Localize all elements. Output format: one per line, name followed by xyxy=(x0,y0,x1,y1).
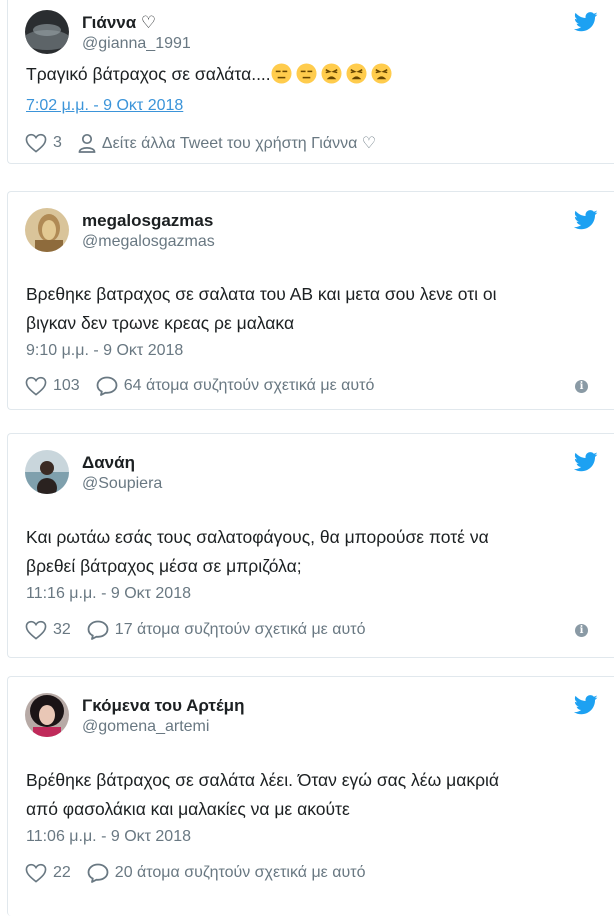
author-name[interactable]: megalosgazmas xyxy=(82,211,213,231)
talking-label: 20 άτομα συζητούν σχετικά με αυτό xyxy=(114,864,366,881)
speech-bubble-icon xyxy=(96,376,118,396)
tweet-actions: 32 17 άτομα συζητούν σχετικά με αυτό i xyxy=(25,618,600,642)
tweet-text: Βρεθηκε βατραχος σε σαλατα του ΑΒ και με… xyxy=(26,284,497,333)
tweet-card: Δανάη @Soupiera Και ρωτάω εσάς τους σαλα… xyxy=(7,433,614,658)
heart-icon xyxy=(25,620,47,640)
speech-bubble-icon xyxy=(87,863,109,883)
more-tweets-link[interactable]: Δείτε άλλα Tweet του χρήστη Γιάννα ♡ xyxy=(78,133,376,153)
more-tweets-label: Δείτε άλλα Tweet του χρήστη Γιάννα ♡ xyxy=(101,135,377,152)
info-icon[interactable]: i xyxy=(575,623,588,637)
like-count: 22 xyxy=(53,864,71,881)
heart-icon xyxy=(25,863,47,883)
tweet-timestamp[interactable]: 7:02 μ.μ. - 9 Οκτ 2018 xyxy=(26,97,183,115)
tweet-header: megalosgazmas @megalosgazmas xyxy=(25,208,604,252)
heart-icon xyxy=(25,376,47,396)
talking-label: 17 άτομα συζητούν σχετικά με αυτό xyxy=(114,621,366,638)
author-name[interactable]: Γιάννα ♡ xyxy=(82,13,156,33)
like-count: 32 xyxy=(53,621,71,638)
reply-button[interactable]: 64 άτομα συζητούν σχετικά με αυτό xyxy=(96,376,375,396)
author-name[interactable]: Γκόμενα του Αρτέμη xyxy=(82,696,244,716)
tweet-timestamp[interactable]: 11:16 μ.μ. - 9 Οκτ 2018 xyxy=(26,585,191,603)
tweet-card: Γκόμενα του Αρτέμη @gomena_artemi Βρέθηκ… xyxy=(7,676,614,916)
weary-face-icon xyxy=(321,63,342,84)
tweet-actions: 22 20 άτομα συζητούν σχετικά με αυτό xyxy=(25,861,600,885)
tweet-text: Τραγικό βάτραχος σε σαλάτα.... xyxy=(26,60,594,89)
twitter-bird-icon[interactable] xyxy=(574,452,598,472)
author-handle[interactable]: @gianna_1991 xyxy=(82,35,191,53)
person-icon xyxy=(78,133,96,153)
tweet-timestamp[interactable]: 11:06 μ.μ. - 9 Οκτ 2018 xyxy=(26,828,191,846)
like-button[interactable]: 22 xyxy=(25,863,87,883)
author-handle[interactable]: @megalosgazmas xyxy=(82,233,215,251)
weary-face-icon xyxy=(346,63,367,84)
avatar[interactable] xyxy=(25,693,69,737)
tweet-timestamp[interactable]: 9:10 μ.μ. - 9 Οκτ 2018 xyxy=(26,342,183,360)
tweet-header: Γκόμενα του Αρτέμη @gomena_artemi xyxy=(25,693,604,737)
tweet-card: megalosgazmas @megalosgazmas Βρεθηκε βατ… xyxy=(7,191,614,410)
reply-button[interactable]: 20 άτομα συζητούν σχετικά με αυτό xyxy=(87,863,366,883)
tweet-text: Και ρωτάω εσάς τους σαλατοφάγους, θα μπο… xyxy=(26,527,489,576)
avatar[interactable] xyxy=(25,208,69,252)
tweet-actions: 3 Δείτε άλλα Tweet του χρήστη Γιάννα ♡ xyxy=(25,131,600,155)
like-button[interactable]: 3 xyxy=(25,133,78,153)
talking-label: 64 άτομα συζητούν σχετικά με αυτό xyxy=(123,377,375,394)
tweet-actions: 103 64 άτομα συζητούν σχετικά με αυτό i xyxy=(25,374,600,398)
twitter-bird-icon[interactable] xyxy=(574,695,598,715)
tweet-header: Δανάη @Soupiera xyxy=(25,450,604,494)
twitter-bird-icon[interactable] xyxy=(574,12,598,32)
tweet-text: Βρέθηκε βάτραχος σε σαλάτα λέει. Όταν εγ… xyxy=(26,770,500,819)
like-count: 103 xyxy=(53,377,80,394)
author-handle[interactable]: @Soupiera xyxy=(82,475,162,493)
avatar[interactable] xyxy=(25,450,69,494)
like-button[interactable]: 103 xyxy=(25,376,96,396)
weary-face-icon xyxy=(371,63,392,84)
tweet-card: Γιάννα ♡ @gianna_1991 Τραγικό βάτραχος σ… xyxy=(7,0,614,164)
speech-bubble-icon xyxy=(87,620,109,640)
avatar[interactable] xyxy=(25,10,69,54)
tweet-header: Γιάννα ♡ @gianna_1991 xyxy=(25,10,604,54)
expressionless-face-icon xyxy=(271,63,292,84)
expressionless-face-icon xyxy=(296,63,317,84)
author-handle[interactable]: @gomena_artemi xyxy=(82,718,209,736)
twitter-bird-icon[interactable] xyxy=(574,210,598,230)
like-count: 3 xyxy=(53,134,62,151)
author-name[interactable]: Δανάη xyxy=(82,453,135,473)
info-icon[interactable]: i xyxy=(575,379,588,393)
heart-icon xyxy=(25,133,47,153)
reply-button[interactable]: 17 άτομα συζητούν σχετικά με αυτό xyxy=(87,620,366,640)
like-button[interactable]: 32 xyxy=(25,620,87,640)
